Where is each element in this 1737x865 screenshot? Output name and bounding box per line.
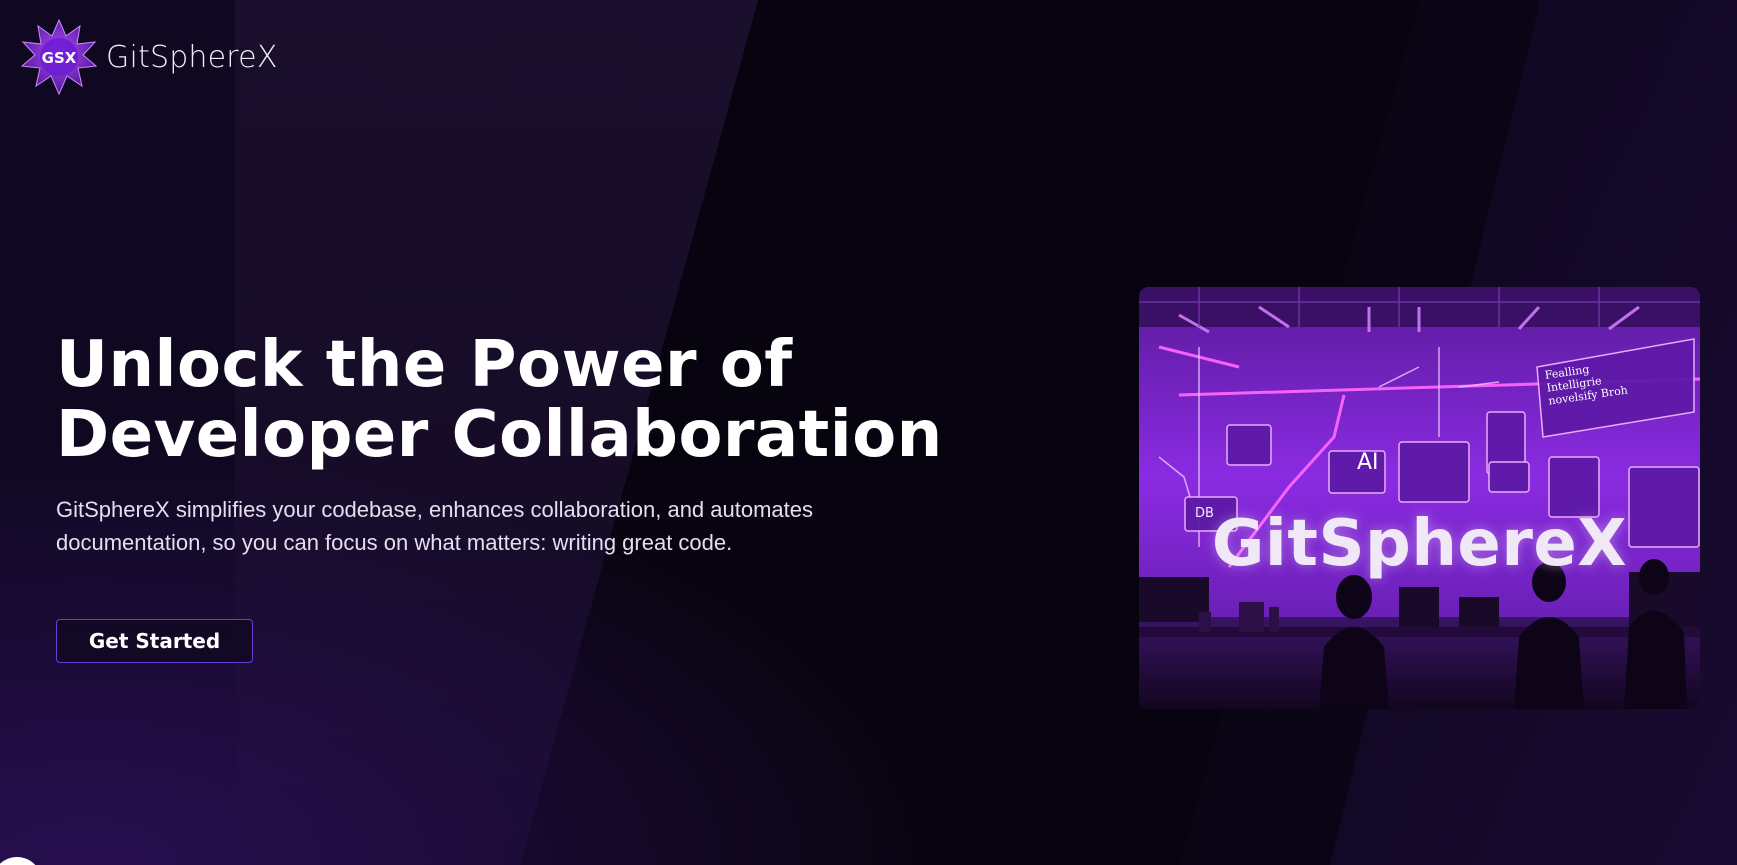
- illustration-brand-text: GitSphereX: [1211, 507, 1628, 581]
- landing-page: GSX GitSphereX Unlock the Power of Devel…: [0, 0, 1737, 865]
- starburst-badge-icon: GSX: [20, 18, 98, 96]
- site-logo[interactable]: GSX GitSphereX: [20, 18, 278, 96]
- hero-title: Unlock the Power of Developer Collaborat…: [56, 330, 956, 470]
- hero-subtitle: GitSphereX simplifies your codebase, enh…: [56, 497, 814, 555]
- hero-title-line-1: Unlock the Power of: [56, 328, 793, 402]
- get-started-button[interactable]: Get Started: [56, 619, 253, 663]
- illustration-ai-label: AI: [1357, 450, 1379, 475]
- hero-illustration: AI DB Fealling Intelligrie novelsify Bro…: [1139, 287, 1700, 709]
- logo-badge-text: GSX: [42, 49, 77, 67]
- hero-title-line-2: Developer Collaboration: [56, 398, 943, 472]
- brand-name: GitSphereX: [106, 39, 278, 75]
- office-scene-illustration: [1139, 287, 1700, 709]
